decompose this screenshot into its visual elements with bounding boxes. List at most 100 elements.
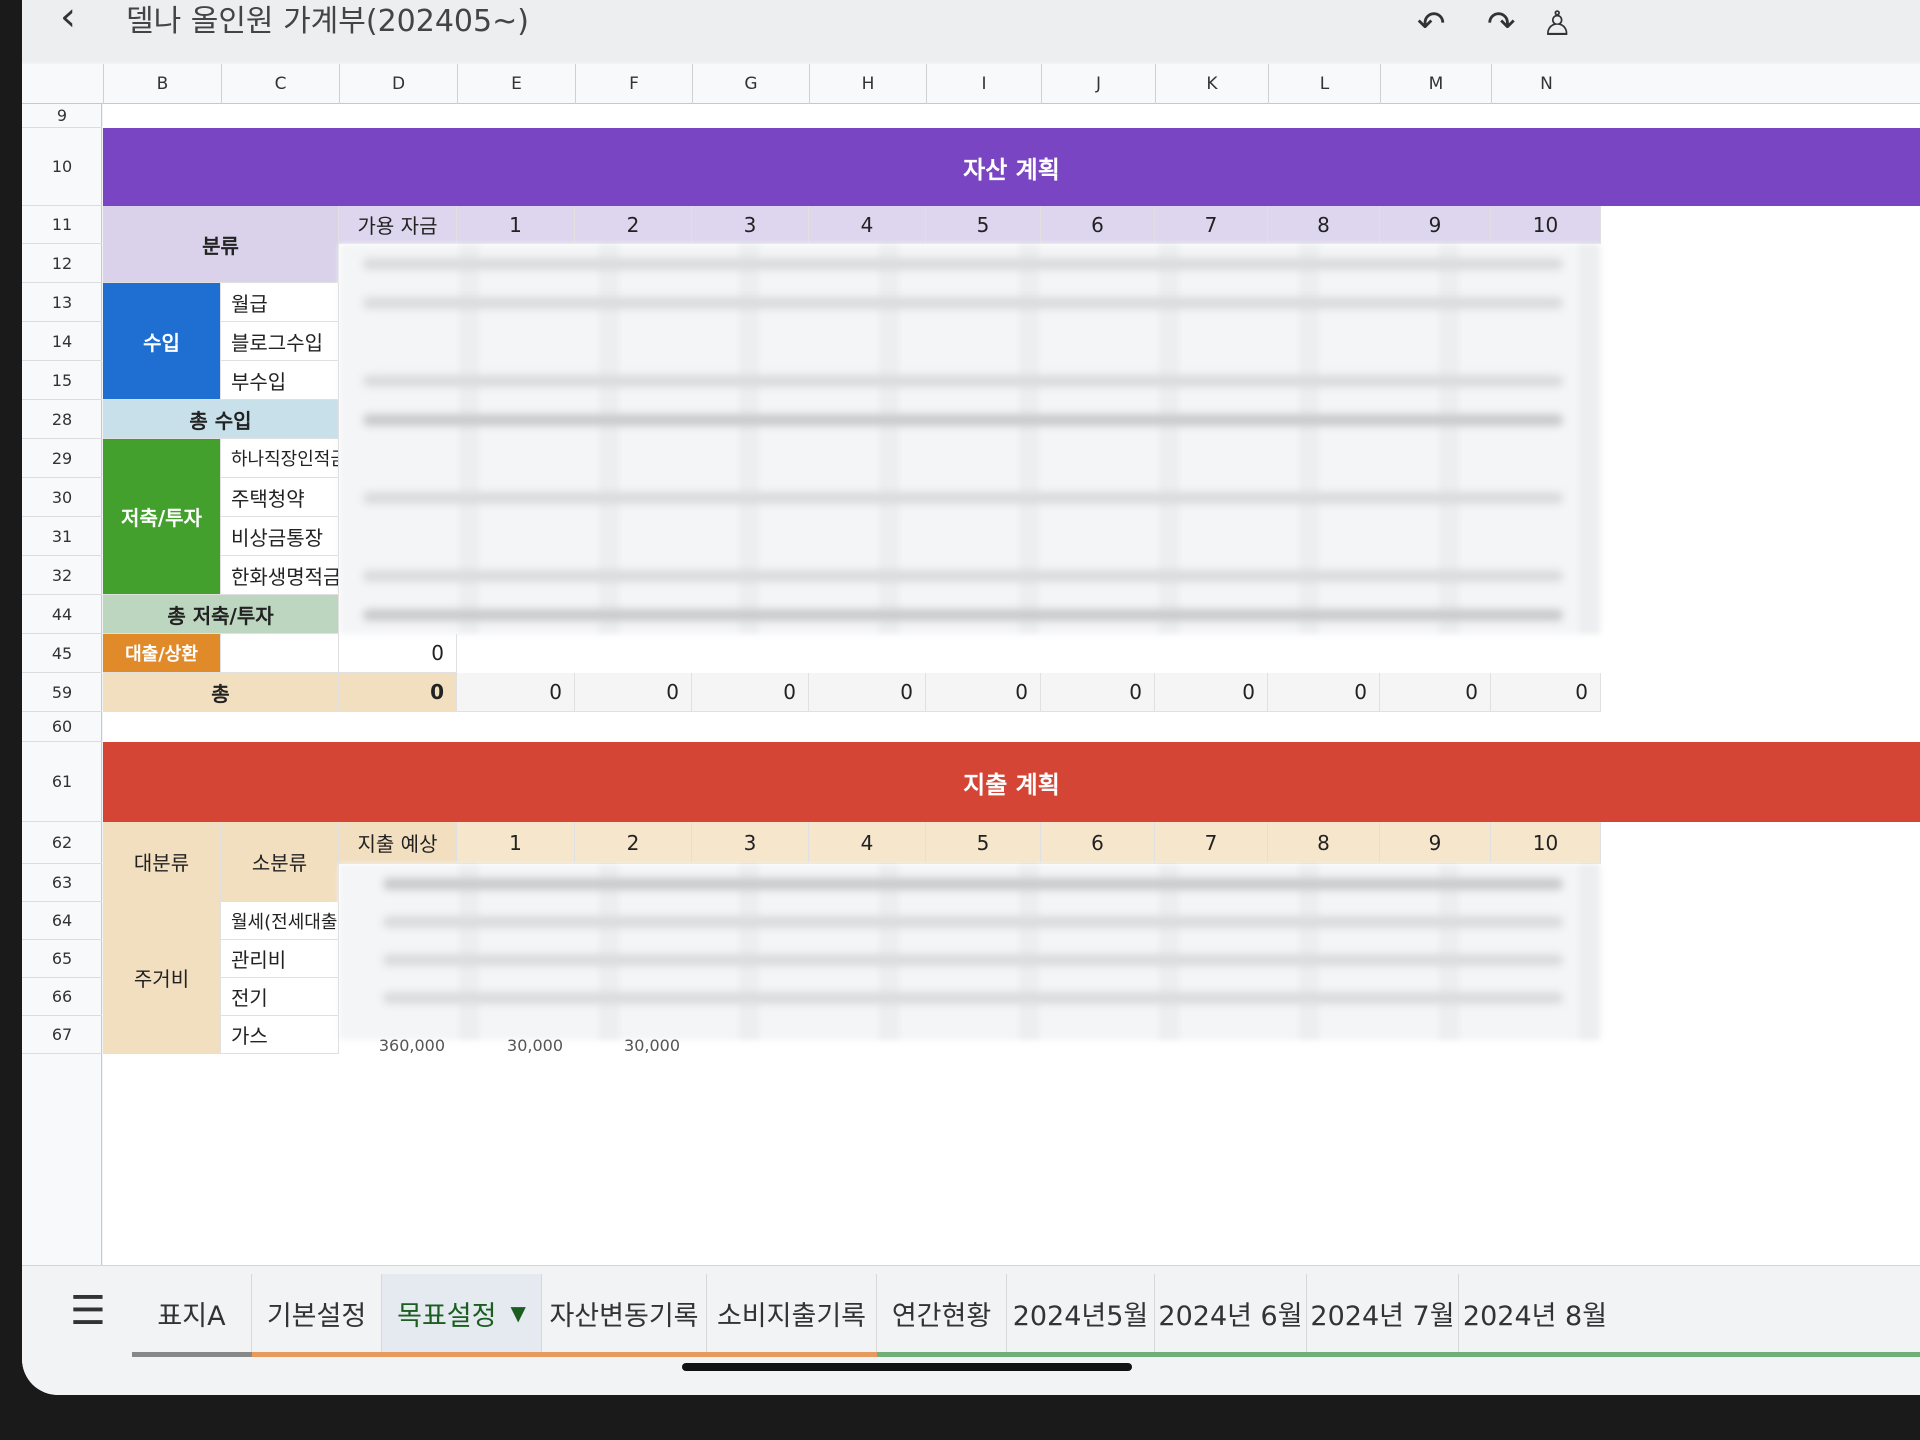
column-header-b[interactable]: B (103, 64, 221, 104)
gas-expected-value[interactable]: 360,000 (339, 1036, 457, 1054)
total-month-value[interactable]: 0 (1041, 673, 1155, 712)
row-number[interactable]: 45 (22, 634, 102, 673)
row-number[interactable]: 11 (22, 206, 102, 244)
total-month-value[interactable]: 0 (1268, 673, 1380, 712)
month-header[interactable]: 3 (692, 206, 809, 244)
month-header[interactable]: 1 (457, 822, 575, 864)
sheet-tab[interactable]: 2024년 7월 (1307, 1274, 1459, 1352)
loan-empty-cell[interactable] (221, 634, 339, 673)
column-header-h[interactable]: H (809, 64, 926, 104)
month-header[interactable]: 10 (1491, 822, 1601, 864)
row-number[interactable]: 31 (22, 517, 102, 556)
column-header-f[interactable]: F (575, 64, 692, 104)
minor-category-header[interactable]: 소분류 (221, 822, 339, 902)
income-item[interactable]: 부수입 (221, 361, 339, 400)
expected-expense-header[interactable]: 지출 예상 (339, 822, 457, 864)
income-item[interactable]: 월급 (221, 283, 339, 322)
expense-plan-banner[interactable]: 지출 계획 (103, 742, 1920, 822)
column-header-e[interactable]: E (457, 64, 575, 104)
total-month-value[interactable]: 0 (1491, 673, 1601, 712)
row-number[interactable]: 13 (22, 283, 102, 322)
row-number[interactable]: 67 (22, 1016, 102, 1054)
total-month-value[interactable]: 0 (575, 673, 692, 712)
redo-icon[interactable]: ↷ (1487, 4, 1516, 44)
month-header[interactable]: 10 (1491, 206, 1601, 244)
column-header-d[interactable]: D (339, 64, 457, 104)
savings-item[interactable]: 주택청약 (221, 478, 339, 517)
month-header[interactable]: 1 (457, 206, 575, 244)
available-funds-header[interactable]: 가용 자금 (339, 206, 457, 244)
total-savings-label[interactable]: 총 저축/투자 (103, 595, 339, 634)
grand-total-label[interactable]: 총 (103, 673, 339, 712)
total-month-value[interactable]: 0 (1155, 673, 1268, 712)
row-number[interactable]: 15 (22, 361, 102, 400)
month-header[interactable]: 2 (575, 206, 692, 244)
month-header[interactable]: 5 (926, 822, 1041, 864)
row-number[interactable]: 66 (22, 978, 102, 1016)
row-number[interactable]: 64 (22, 902, 102, 940)
savings-item[interactable]: 비상금통장 (221, 517, 339, 556)
month-header[interactable]: 6 (1041, 822, 1155, 864)
row-number[interactable]: 65 (22, 940, 102, 978)
total-month-value[interactable]: 0 (809, 673, 926, 712)
income-group-label[interactable]: 수입 (103, 283, 221, 400)
month-header[interactable]: 8 (1268, 206, 1380, 244)
gas-month-value[interactable]: 30,000 (457, 1036, 575, 1054)
housing-item[interactable]: 월세(전세대출이 (221, 902, 339, 940)
gas-month-value[interactable]: 30,000 (575, 1036, 692, 1054)
sheet-tab[interactable]: 기본설정 (252, 1274, 382, 1352)
column-header-i[interactable]: I (926, 64, 1041, 104)
column-header-j[interactable]: J (1041, 64, 1155, 104)
month-header[interactable]: 8 (1268, 822, 1380, 864)
asset-plan-banner[interactable]: 자산 계획 (103, 128, 1920, 206)
row-number[interactable]: 59 (22, 673, 102, 712)
total-month-value[interactable]: 0 (1380, 673, 1491, 712)
month-header[interactable]: 6 (1041, 206, 1155, 244)
row-number[interactable]: 10 (22, 128, 102, 206)
back-arrow-icon[interactable]: ‹ (60, 0, 76, 40)
column-header-c[interactable]: C (221, 64, 339, 104)
month-header[interactable]: 9 (1380, 822, 1491, 864)
income-item[interactable]: 블로그수입 (221, 322, 339, 361)
sheet-tab[interactable]: 소비지출기록 (707, 1274, 877, 1352)
housing-item[interactable]: 전기 (221, 978, 339, 1016)
month-header[interactable]: 2 (575, 822, 692, 864)
row-number[interactable]: 28 (22, 400, 102, 439)
housing-item[interactable]: 관리비 (221, 940, 339, 978)
sheet-tab[interactable]: 2024년 8월 (1459, 1274, 1611, 1352)
column-header-k[interactable]: K (1155, 64, 1268, 104)
savings-item[interactable]: 한화생명적금 (221, 556, 339, 595)
row-number[interactable]: 62 (22, 822, 102, 864)
caret-down-icon[interactable]: ▼ (510, 1301, 525, 1325)
column-header-g[interactable]: G (692, 64, 809, 104)
savings-item[interactable]: 하나직장인적금 (221, 439, 339, 478)
loan-value[interactable]: 0 (339, 634, 457, 673)
column-header-m[interactable]: M (1380, 64, 1491, 104)
sheet-grid[interactable]: 자산 계획 분류 가용 자금 1 2 3 4 5 6 7 8 9 10 수입 월… (103, 104, 1920, 1265)
major-category-header[interactable]: 대분류 (103, 822, 221, 902)
row-number[interactable]: 29 (22, 439, 102, 478)
row-number[interactable]: 61 (22, 742, 102, 822)
month-header[interactable]: 3 (692, 822, 809, 864)
row-number[interactable]: 12 (22, 244, 102, 283)
month-header[interactable]: 9 (1380, 206, 1491, 244)
sheet-tab[interactable]: 연간현황 (877, 1274, 1007, 1352)
category-header[interactable]: 분류 (103, 206, 339, 283)
row-number[interactable]: 63 (22, 864, 102, 902)
grand-total-available[interactable]: 0 (339, 673, 457, 712)
row-number[interactable]: 14 (22, 322, 102, 361)
row-number[interactable]: 60 (22, 712, 102, 742)
savings-group-label[interactable]: 저축/투자 (103, 439, 221, 595)
month-header[interactable]: 7 (1155, 822, 1268, 864)
month-header[interactable]: 4 (809, 822, 926, 864)
total-month-value[interactable]: 0 (457, 673, 575, 712)
month-header[interactable]: 5 (926, 206, 1041, 244)
loan-label[interactable]: 대출/상환 (103, 634, 221, 673)
month-header[interactable]: 7 (1155, 206, 1268, 244)
user-icon[interactable]: ♙ (1542, 4, 1572, 44)
row-number[interactable]: 44 (22, 595, 102, 634)
total-month-value[interactable]: 0 (692, 673, 809, 712)
total-income-label[interactable]: 총 수입 (103, 400, 339, 439)
row-number[interactable]: 32 (22, 556, 102, 595)
row-number[interactable]: 9 (22, 104, 102, 128)
